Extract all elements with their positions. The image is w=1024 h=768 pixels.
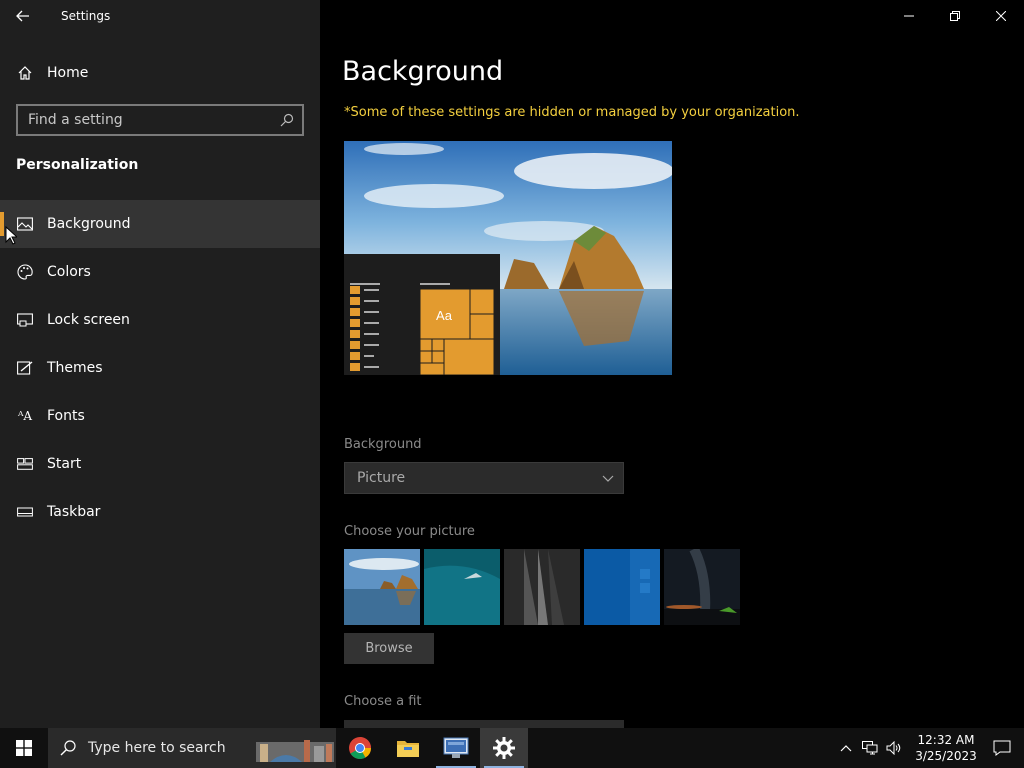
file-explorer-icon: [397, 741, 419, 757]
browse-button[interactable]: Browse: [344, 633, 434, 664]
taskbar-settings[interactable]: [480, 728, 528, 768]
sidebar-item-label: Fonts: [47, 408, 85, 424]
nav-home[interactable]: Home: [0, 55, 320, 91]
home-label: Home: [47, 65, 89, 81]
section-title: Personalization: [16, 157, 139, 173]
sidebar: Settings Home Find a setting Personaliza…: [0, 0, 320, 728]
chrome-icon: [349, 737, 371, 759]
choose-fit-dropdown[interactable]: [344, 720, 624, 728]
choose-picture-label: Choose your picture: [344, 524, 475, 539]
system-tray: 12:32 AM 3/25/2023: [834, 728, 1024, 768]
background-type-value: Picture: [357, 470, 406, 486]
back-button[interactable]: [0, 0, 46, 32]
sidebar-item-lock-screen[interactable]: Lock screen: [0, 296, 320, 344]
network-icon: [862, 741, 878, 755]
restore-icon: [950, 11, 960, 21]
show-hidden-icons-button[interactable]: [834, 728, 858, 768]
image-icon: [16, 215, 34, 233]
sidebar-item-colors[interactable]: Colors: [0, 248, 320, 296]
sidebar-item-background[interactable]: Background: [0, 200, 320, 248]
taskbar-search-placeholder: Type here to search: [88, 740, 226, 756]
close-icon: [996, 11, 1006, 21]
windows-logo-icon: [16, 740, 32, 756]
picture-thumbnail-2[interactable]: [424, 549, 500, 625]
page-title: Background: [342, 56, 504, 87]
sidebar-item-label: Themes: [47, 360, 103, 376]
title-bar: Settings: [0, 0, 320, 32]
start-button[interactable]: [0, 728, 48, 768]
search-placeholder: Find a setting: [28, 112, 123, 128]
taskbar-search-box[interactable]: Type here to search: [48, 728, 336, 768]
palette-icon: [16, 263, 34, 281]
main-content: Background *Some of these settings are h…: [320, 0, 1024, 728]
search-input[interactable]: Find a setting: [16, 104, 304, 136]
themes-icon: [16, 359, 34, 377]
clock-date: 3/25/2023: [915, 749, 977, 763]
taskbar-icon: [16, 503, 34, 521]
minimize-button[interactable]: [886, 0, 932, 32]
picture-thumbnail-5[interactable]: [664, 549, 740, 625]
search-highlight-illustration-icon: [256, 740, 334, 762]
taskbar-remote-desktop[interactable]: [432, 728, 480, 768]
background-type-dropdown[interactable]: Picture: [344, 462, 624, 494]
taskbar-file-explorer[interactable]: [384, 728, 432, 768]
choose-fit-label: Choose a fit: [344, 694, 422, 709]
remote-desktop-icon: [443, 737, 469, 758]
window-controls: [886, 0, 1024, 32]
fonts-icon: ᴬA: [17, 409, 33, 423]
lock-screen-icon: [16, 311, 34, 329]
picture-thumbnail-1[interactable]: [344, 549, 420, 625]
restore-button[interactable]: [932, 0, 978, 32]
close-button[interactable]: [978, 0, 1024, 32]
picture-thumbnail-3[interactable]: [504, 549, 580, 625]
volume-button[interactable]: [882, 728, 906, 768]
sidebar-item-label: Taskbar: [47, 504, 101, 520]
minimize-icon: [904, 15, 914, 17]
taskbar-chrome[interactable]: [336, 728, 384, 768]
clock-time: 12:32 AM: [917, 733, 975, 747]
mouse-pointer-icon: [5, 226, 17, 245]
sidebar-item-label: Colors: [47, 264, 91, 280]
nav-list: Background Colors Lock screen Themes ᴬA …: [0, 200, 320, 536]
sidebar-item-themes[interactable]: Themes: [0, 344, 320, 392]
app-title: Settings: [61, 9, 111, 23]
sidebar-item-start[interactable]: Start: [0, 440, 320, 488]
managed-by-org-notice: *Some of these settings are hidden or ma…: [344, 105, 800, 120]
network-button[interactable]: [858, 728, 882, 768]
notification-icon: [993, 740, 1011, 756]
sidebar-item-label: Lock screen: [47, 312, 130, 328]
home-icon: [16, 64, 34, 82]
sidebar-item-label: Start: [47, 456, 82, 472]
taskbar: Type here to search 12:32 AM 3/25/2023: [0, 728, 1024, 768]
taskbar-clock[interactable]: 12:32 AM 3/25/2023: [912, 732, 980, 764]
preview-tile-text: Aa: [436, 308, 453, 323]
settings-gear-icon: [493, 737, 515, 759]
speaker-icon: [886, 741, 901, 755]
background-label: Background: [344, 437, 422, 452]
background-preview: Aa: [344, 141, 672, 375]
picture-thumbnail-4[interactable]: [584, 549, 660, 625]
sidebar-item-taskbar[interactable]: Taskbar: [0, 488, 320, 536]
picture-thumbnails: [344, 549, 740, 625]
sidebar-item-label: Background: [47, 216, 131, 232]
search-icon: [48, 740, 88, 756]
sidebar-item-fonts[interactable]: ᴬA Fonts: [0, 392, 320, 440]
chevron-up-icon: [840, 744, 852, 751]
chevron-down-icon: [593, 475, 623, 482]
search-icon[interactable]: [272, 106, 302, 134]
action-center-button[interactable]: [980, 728, 1024, 768]
start-icon: [16, 455, 34, 473]
back-arrow-icon: [16, 10, 29, 22]
